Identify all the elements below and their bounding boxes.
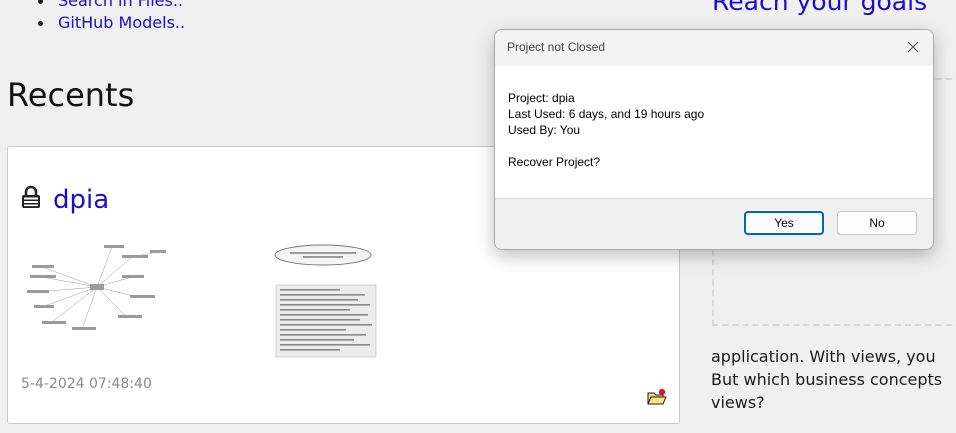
last-used-line: Last Used: 6 days, and 19 hours ago	[508, 107, 705, 121]
diagram-thumbnail	[27, 245, 166, 330]
project-line: Project: dpia	[508, 91, 575, 105]
yes-button[interactable]: Yes	[744, 211, 824, 235]
recents-title: Recents	[7, 76, 135, 114]
no-button[interactable]: No	[837, 211, 917, 235]
right-text-line-1: application. With views, you	[711, 347, 936, 366]
project-not-closed-dialog: Project not Closed Project: dpia Last Us…	[494, 29, 934, 250]
dialog-footer: Yes No	[495, 198, 933, 249]
dialog-titlebar[interactable]: Project not Closed	[495, 30, 933, 66]
last-opened-date: 5-4-2024 07:48:40	[21, 376, 152, 392]
folder-open-icon[interactable]	[647, 388, 667, 406]
quick-links-list: Search in Files.. GitHub Models..	[38, 0, 185, 34]
right-text-line-2: But which business concepts	[711, 370, 943, 389]
link-github-models[interactable]: GitHub Models..	[38, 12, 185, 34]
link-search-in-files[interactable]: Search in Files..	[38, 0, 185, 12]
lock-icon	[20, 185, 48, 215]
recover-question: Recover Project?	[508, 155, 601, 169]
close-icon[interactable]	[905, 39, 921, 55]
right-description: application. With views, you But which b…	[711, 345, 956, 414]
card-title: dpia	[20, 185, 109, 215]
dialog-message: Project: dpia Last Used: 6 days, and 19 …	[508, 90, 704, 170]
right-text-line-3: views?	[711, 393, 765, 412]
dialog-title: Project not Closed	[507, 40, 606, 54]
project-name-link[interactable]: dpia	[53, 185, 109, 215]
right-heading: Reach your goals	[712, 0, 928, 16]
used-by-line: Used By: You	[508, 123, 581, 137]
note-thumbnail	[274, 244, 377, 358]
